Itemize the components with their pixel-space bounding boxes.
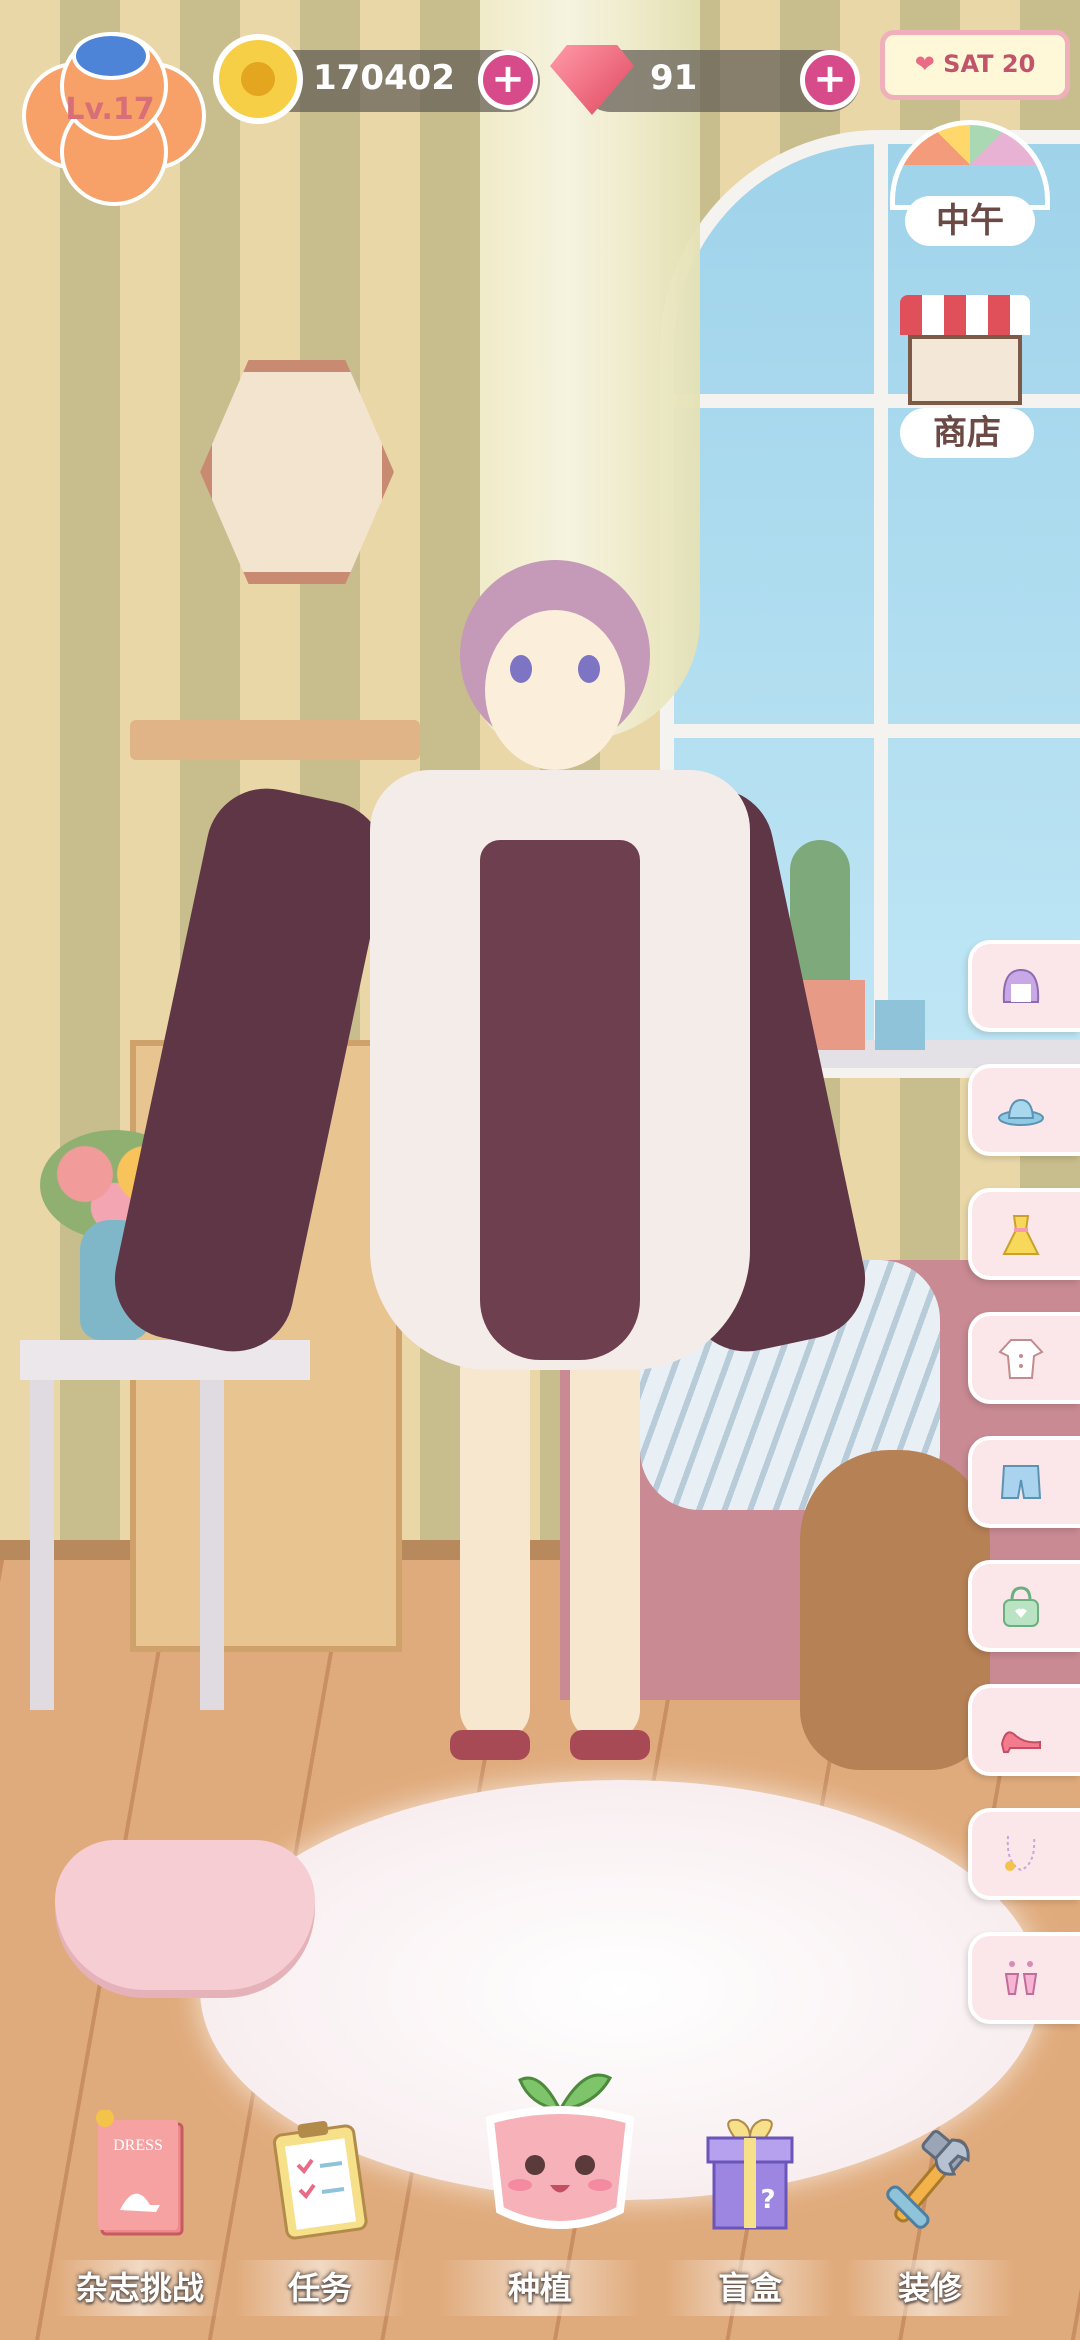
nav-decorate[interactable]: 装修 [845,2090,1015,2340]
shorts-icon [1000,1465,1042,1499]
gem-amount: 91 [650,58,698,98]
dress-up-character[interactable] [103,540,877,1860]
clipboard-icon [272,2120,368,2240]
coin-amount: 170402 [313,58,455,98]
gift-question-mark: ? [760,2185,775,2215]
plant-pot-icon [485,2073,635,2229]
magazine-icon: DRESS [96,2110,184,2236]
nav-tasks[interactable]: 任务 [235,2090,405,2340]
hair-icon [1002,968,1040,1003]
necklace-icon [1005,1835,1036,1872]
nav-magazine-challenge[interactable]: DRESS 杂志挑战 [55,2090,225,2340]
top-icon [998,1339,1044,1379]
heart-icon: ❤ [914,50,935,78]
left-eye [510,655,532,683]
left-leg [460,1340,530,1740]
magazine-title: DRESS [113,2137,163,2154]
table-leg [30,1380,54,1710]
game-scene: Lv.17 170402 + 91 + ❤ SAT 20 中午 商店 DRESS… [0,0,1080,2340]
shop-storefront-icon [908,335,1022,405]
right-sandal [570,1730,650,1760]
shop-button[interactable] [900,295,1030,415]
coin-icon [213,34,303,124]
character-apron [480,840,640,1360]
shop-label[interactable]: 商店 [900,408,1034,458]
shop-awning-icon [900,295,1030,335]
heart-cushion [55,1840,315,1990]
right-leg [570,1340,640,1740]
left-sandal [450,1730,530,1760]
character-face [485,610,625,770]
level-badge[interactable]: Lv.17 [22,22,206,206]
tools-icon [886,2129,970,2229]
nav-label: 装修 [845,2260,1015,2316]
bag-icon [1003,1586,1039,1627]
tab-bag[interactable] [968,1560,1080,1652]
nav-blind-box[interactable]: ? 盲盒 [665,2090,835,2340]
gift-box-icon: ? [706,2118,794,2230]
nav-label: 任务 [235,2260,405,2316]
nav-label: 杂志挑战 [55,2260,225,2316]
nav-label: 盲盒 [665,2260,835,2316]
tab-shorts[interactable] [968,1436,1080,1528]
tab-earrings[interactable] [968,1932,1080,2024]
tab-top[interactable] [968,1312,1080,1404]
tab-dress[interactable] [968,1188,1080,1280]
add-gems-button[interactable]: + [800,50,860,110]
earring-icon [1004,1961,1038,1995]
small-plant-pot [875,1000,925,1050]
tab-necklace[interactable] [968,1808,1080,1900]
time-of-day-label[interactable]: 中午 [905,196,1035,246]
shoe-icon [1000,1731,1041,1753]
dress-icon [1002,1215,1040,1255]
nav-label: 种植 [440,2260,640,2316]
badge-cap-icon [72,32,150,80]
add-coins-button[interactable]: + [478,50,538,110]
date-text: SAT 20 [943,50,1036,78]
tab-shoes[interactable] [968,1684,1080,1776]
date-sign[interactable]: ❤ SAT 20 [880,30,1070,100]
hat-icon [998,1098,1044,1126]
tab-hair[interactable] [968,940,1080,1032]
level-text: Lv.17 [65,92,155,127]
nav-planting[interactable]: 种植 [440,2073,640,2340]
right-eye [578,655,600,683]
tab-hat[interactable] [968,1064,1080,1156]
